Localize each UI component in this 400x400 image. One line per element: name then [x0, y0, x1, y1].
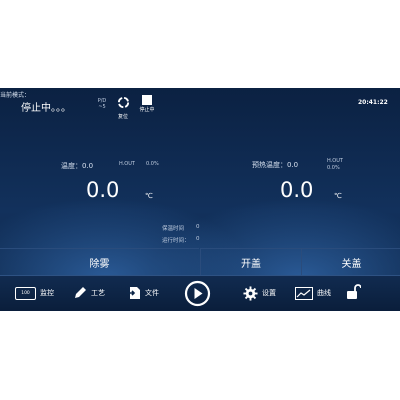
nav-process-label: 工艺 — [91, 289, 105, 297]
nav-monitor-label: 监控 — [40, 289, 54, 297]
unlock-icon — [347, 284, 362, 299]
left-unit: ℃ — [145, 192, 153, 200]
nav-settings-label: 设置 — [262, 289, 276, 297]
hold-time-value: 0 — [196, 224, 200, 230]
close-lid-button[interactable]: 关盖 — [301, 248, 400, 276]
right-unit: ℃ — [334, 192, 342, 200]
monitor-icon: 100 — [15, 286, 36, 300]
hmi-screen: 当前模式： 停止中。。。 P/D ~5 复位 停止中 20:41:22 温度：0.… — [0, 88, 400, 311]
nav-settings[interactable]: 设置 — [243, 284, 276, 302]
defog-button[interactable]: 除雾 — [0, 248, 199, 276]
run-time-value: 0 — [196, 236, 200, 242]
right-temp-value: 0.0 — [280, 178, 314, 202]
right-temp-label: 预热温度：0.0 — [252, 161, 299, 169]
left-hout-value: 0.0% — [146, 161, 159, 167]
stop-icon — [142, 95, 152, 105]
left-temp-label: 温度：0.0 — [61, 162, 94, 170]
lock-toggle[interactable] — [347, 284, 362, 304]
open-lid-button[interactable]: 开盖 — [200, 248, 301, 276]
mode-value: 停止中。。。 — [21, 103, 71, 114]
nav-file[interactable]: 文件 — [126, 284, 159, 302]
pencil-icon — [75, 287, 86, 298]
right-hout-value: 0.0% — [327, 165, 340, 171]
clock: 20:41:22 — [358, 99, 388, 106]
run-time-label: 运行时间： — [162, 238, 190, 244]
chart-line-icon — [295, 286, 313, 300]
nav-curve[interactable]: 曲线 — [295, 284, 331, 302]
nav-file-label: 文件 — [145, 289, 159, 297]
run-button[interactable] — [184, 280, 211, 307]
left-hout-label: H.OUT — [119, 161, 135, 167]
pid-indicator: P/D ~5 — [97, 98, 107, 110]
hold-time-label: 保温时间 — [162, 226, 185, 232]
file-icon — [127, 287, 140, 299]
reset-label: 复位 — [117, 114, 128, 120]
gear-icon — [243, 285, 258, 301]
reset-icon — [117, 96, 129, 109]
nav-curve-label: 曲线 — [317, 289, 331, 297]
mode-label: 当前模式： — [0, 92, 31, 99]
nav-monitor[interactable]: 100 监控 — [15, 284, 54, 302]
stop-control[interactable]: 停止中 — [138, 94, 156, 113]
left-temp-value: 0.0 — [86, 178, 120, 202]
reset-control[interactable]: 复位 — [116, 94, 130, 120]
right-hout-label: H.OUT — [327, 158, 343, 164]
nav-process[interactable]: 工艺 — [73, 284, 105, 302]
bottom-nav-bar: 100 监控 工艺 文件 设置 曲线 — [0, 275, 400, 311]
stop-label: 停止中 — [139, 107, 155, 113]
play-icon — [184, 280, 211, 307]
